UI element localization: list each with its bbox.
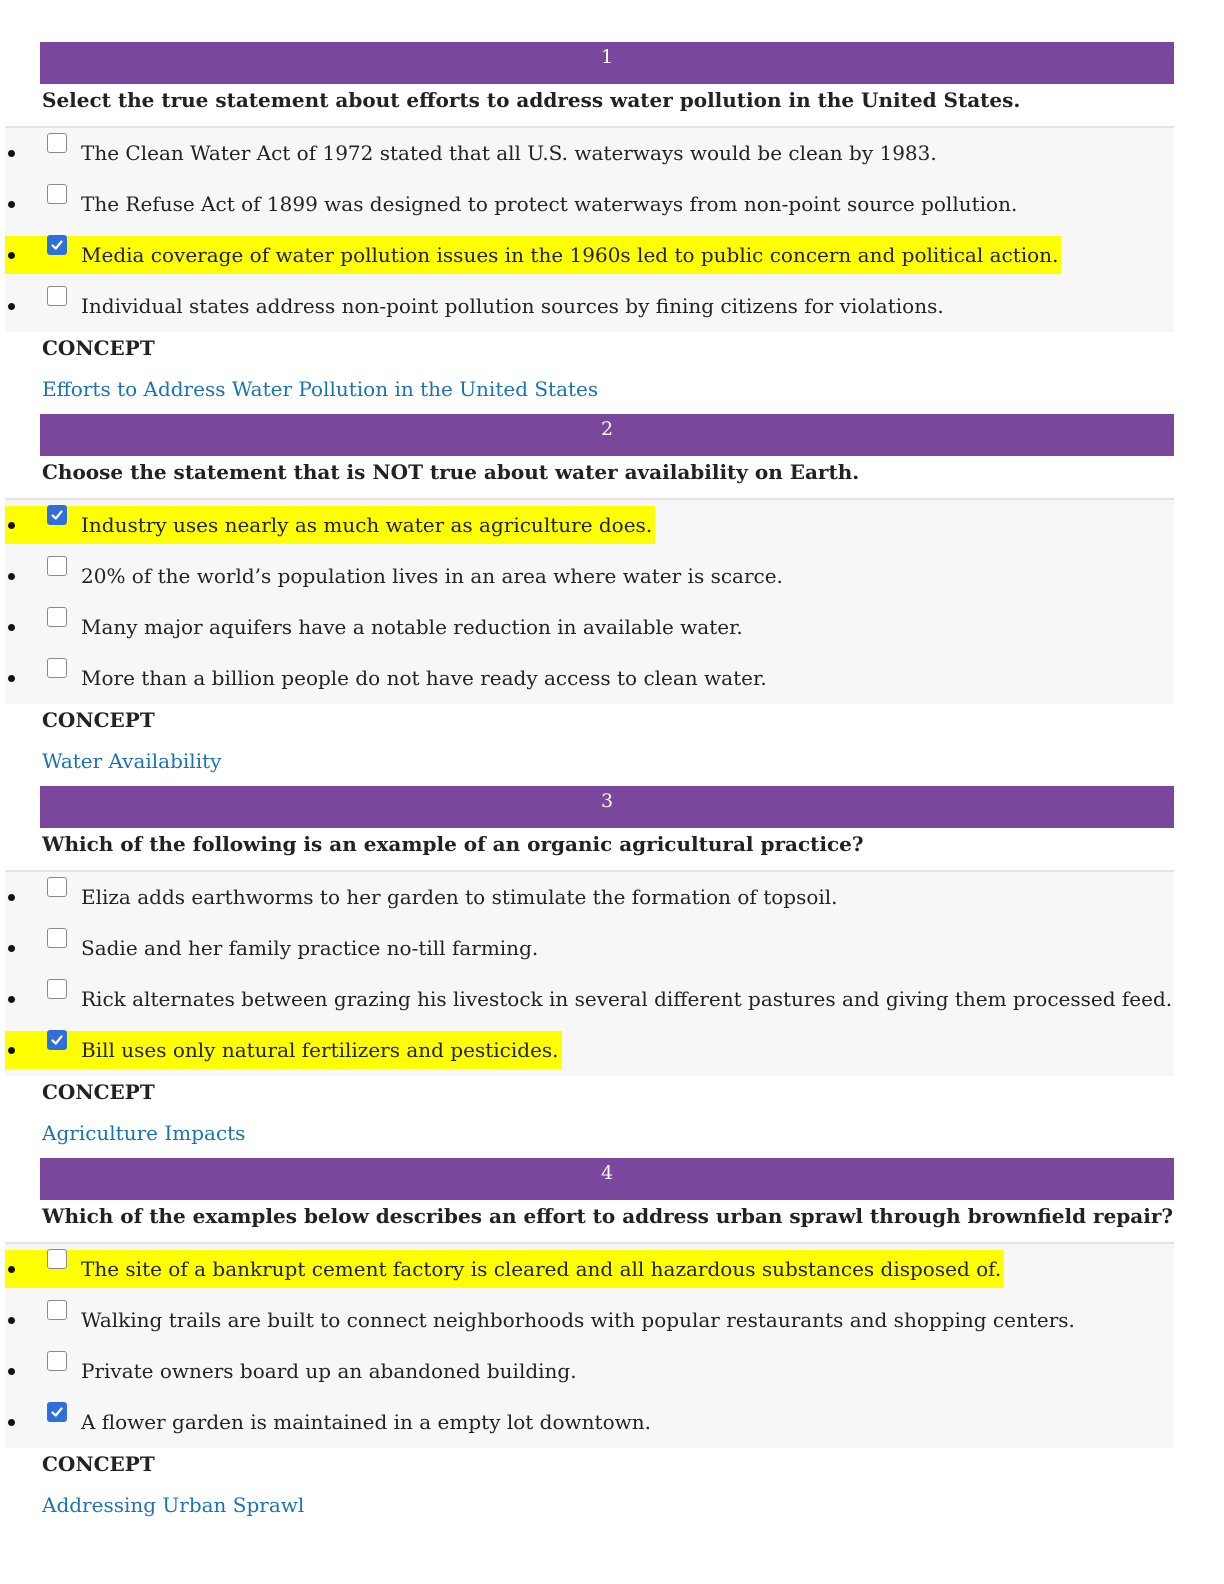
answer-text: Eliza adds earthworms to her garden to s… xyxy=(81,885,838,909)
concept-link[interactable]: Agriculture Impacts xyxy=(42,1118,245,1148)
bullet-icon xyxy=(8,996,15,1003)
bullet-icon xyxy=(8,573,15,580)
answer-option[interactable]: The site of a bankrupt cement factory is… xyxy=(5,1244,1174,1295)
answer-text: Industry uses nearly as much water as ag… xyxy=(81,513,653,537)
bullet-icon xyxy=(8,1419,15,1426)
concept-label: CONCEPT xyxy=(42,1452,155,1476)
concept-link[interactable]: Addressing Urban Sprawl xyxy=(42,1490,304,1520)
checkmark-icon xyxy=(51,1035,63,1045)
answer-text: The site of a bankrupt cement factory is… xyxy=(81,1257,1002,1281)
answer-option[interactable]: A flower garden is maintained in a empty… xyxy=(5,1397,1174,1448)
bullet-icon xyxy=(8,1266,15,1273)
answer-option[interactable]: The Refuse Act of 1899 was designed to p… xyxy=(5,179,1174,230)
answer-option[interactable]: Media coverage of water pollution issues… xyxy=(5,230,1174,281)
answer-option[interactable]: Walking trails are built to connect neig… xyxy=(5,1295,1174,1346)
concept-label: CONCEPT xyxy=(42,708,155,732)
answer-checkbox[interactable] xyxy=(47,286,67,306)
question-prompt: Choose the statement that is NOT true ab… xyxy=(42,460,860,484)
question-number-header: 1 xyxy=(40,42,1174,84)
answer-text: The Refuse Act of 1899 was designed to p… xyxy=(81,192,1018,216)
bullet-icon xyxy=(8,945,15,952)
answer-checkbox[interactable] xyxy=(47,877,67,897)
checkmark-icon xyxy=(51,1407,63,1417)
answer-text: Individual states address non-point poll… xyxy=(81,294,944,318)
answer-text: Rick alternates between grazing his live… xyxy=(81,987,1173,1011)
question-number-header: 4 xyxy=(40,1158,1174,1200)
answer-checkbox[interactable] xyxy=(47,928,67,948)
answer-checkbox[interactable] xyxy=(47,658,67,678)
answer-checkbox[interactable] xyxy=(47,235,67,255)
bullet-icon xyxy=(8,624,15,631)
answer-text: Many major aquifers have a notable reduc… xyxy=(81,615,743,639)
answer-option[interactable]: Eliza adds earthworms to her garden to s… xyxy=(5,872,1174,923)
answer-text: Bill uses only natural fertilizers and p… xyxy=(81,1038,559,1062)
answer-text: Walking trails are built to connect neig… xyxy=(81,1308,1075,1332)
answer-option[interactable]: The Clean Water Act of 1972 stated that … xyxy=(5,128,1174,179)
answer-checkbox[interactable] xyxy=(47,1030,67,1050)
answer-text: A flower garden is maintained in a empty… xyxy=(81,1410,651,1434)
answer-option[interactable]: 20% of the world’s population lives in a… xyxy=(5,551,1174,602)
answer-checkbox[interactable] xyxy=(47,1249,67,1269)
answer-checkbox[interactable] xyxy=(47,1351,67,1371)
answer-options: The site of a bankrupt cement factory is… xyxy=(5,1244,1174,1448)
bullet-icon xyxy=(8,894,15,901)
bullet-icon xyxy=(8,1368,15,1375)
answer-checkbox[interactable] xyxy=(47,1300,67,1320)
bullet-icon xyxy=(8,522,15,529)
question-number-header: 3 xyxy=(40,786,1174,828)
bullet-icon xyxy=(8,201,15,208)
checkmark-icon xyxy=(51,240,63,250)
bullet-icon xyxy=(8,1047,15,1054)
answer-option[interactable]: Rick alternates between grazing his live… xyxy=(5,974,1174,1025)
checkmark-icon xyxy=(51,510,63,520)
answer-checkbox[interactable] xyxy=(47,979,67,999)
bullet-icon xyxy=(8,303,15,310)
bullet-icon xyxy=(8,150,15,157)
bullet-icon xyxy=(8,675,15,682)
concept-label: CONCEPT xyxy=(42,1080,155,1104)
answer-checkbox[interactable] xyxy=(47,607,67,627)
answer-option[interactable]: Sadie and her family practice no-till fa… xyxy=(5,923,1174,974)
answer-text: 20% of the world’s population lives in a… xyxy=(81,564,783,588)
answer-checkbox[interactable] xyxy=(47,184,67,204)
bullet-icon xyxy=(8,1317,15,1324)
question-prompt: Which of the following is an example of … xyxy=(42,832,864,856)
answer-text: More than a billion people do not have r… xyxy=(81,666,767,690)
answer-text: Media coverage of water pollution issues… xyxy=(81,243,1059,267)
answer-option[interactable]: Private owners board up an abandoned bui… xyxy=(5,1346,1174,1397)
answer-option[interactable]: More than a billion people do not have r… xyxy=(5,653,1174,704)
answer-options: The Clean Water Act of 1972 stated that … xyxy=(5,128,1174,332)
answer-options: Eliza adds earthworms to her garden to s… xyxy=(5,872,1174,1076)
bullet-icon xyxy=(8,252,15,259)
answer-option[interactable]: Individual states address non-point poll… xyxy=(5,281,1174,332)
answer-checkbox[interactable] xyxy=(47,505,67,525)
answer-text: The Clean Water Act of 1972 stated that … xyxy=(81,141,937,165)
concept-link[interactable]: Water Availability xyxy=(42,746,221,776)
question-prompt: Select the true statement about efforts … xyxy=(42,88,1021,112)
answer-checkbox[interactable] xyxy=(47,133,67,153)
question-prompt: Which of the examples below describes an… xyxy=(42,1204,1174,1228)
concept-link[interactable]: Efforts to Address Water Pollution in th… xyxy=(42,374,598,404)
answer-option[interactable]: Many major aquifers have a notable reduc… xyxy=(5,602,1174,653)
answer-option[interactable]: Industry uses nearly as much water as ag… xyxy=(5,500,1174,551)
question-number-header: 2 xyxy=(40,414,1174,456)
answer-option[interactable]: Bill uses only natural fertilizers and p… xyxy=(5,1025,1174,1076)
answer-checkbox[interactable] xyxy=(47,1402,67,1422)
concept-label: CONCEPT xyxy=(42,336,155,360)
answer-text: Private owners board up an abandoned bui… xyxy=(81,1359,577,1383)
answer-options: Industry uses nearly as much water as ag… xyxy=(5,500,1174,704)
answer-checkbox[interactable] xyxy=(47,556,67,576)
answer-text: Sadie and her family practice no-till fa… xyxy=(81,936,539,960)
